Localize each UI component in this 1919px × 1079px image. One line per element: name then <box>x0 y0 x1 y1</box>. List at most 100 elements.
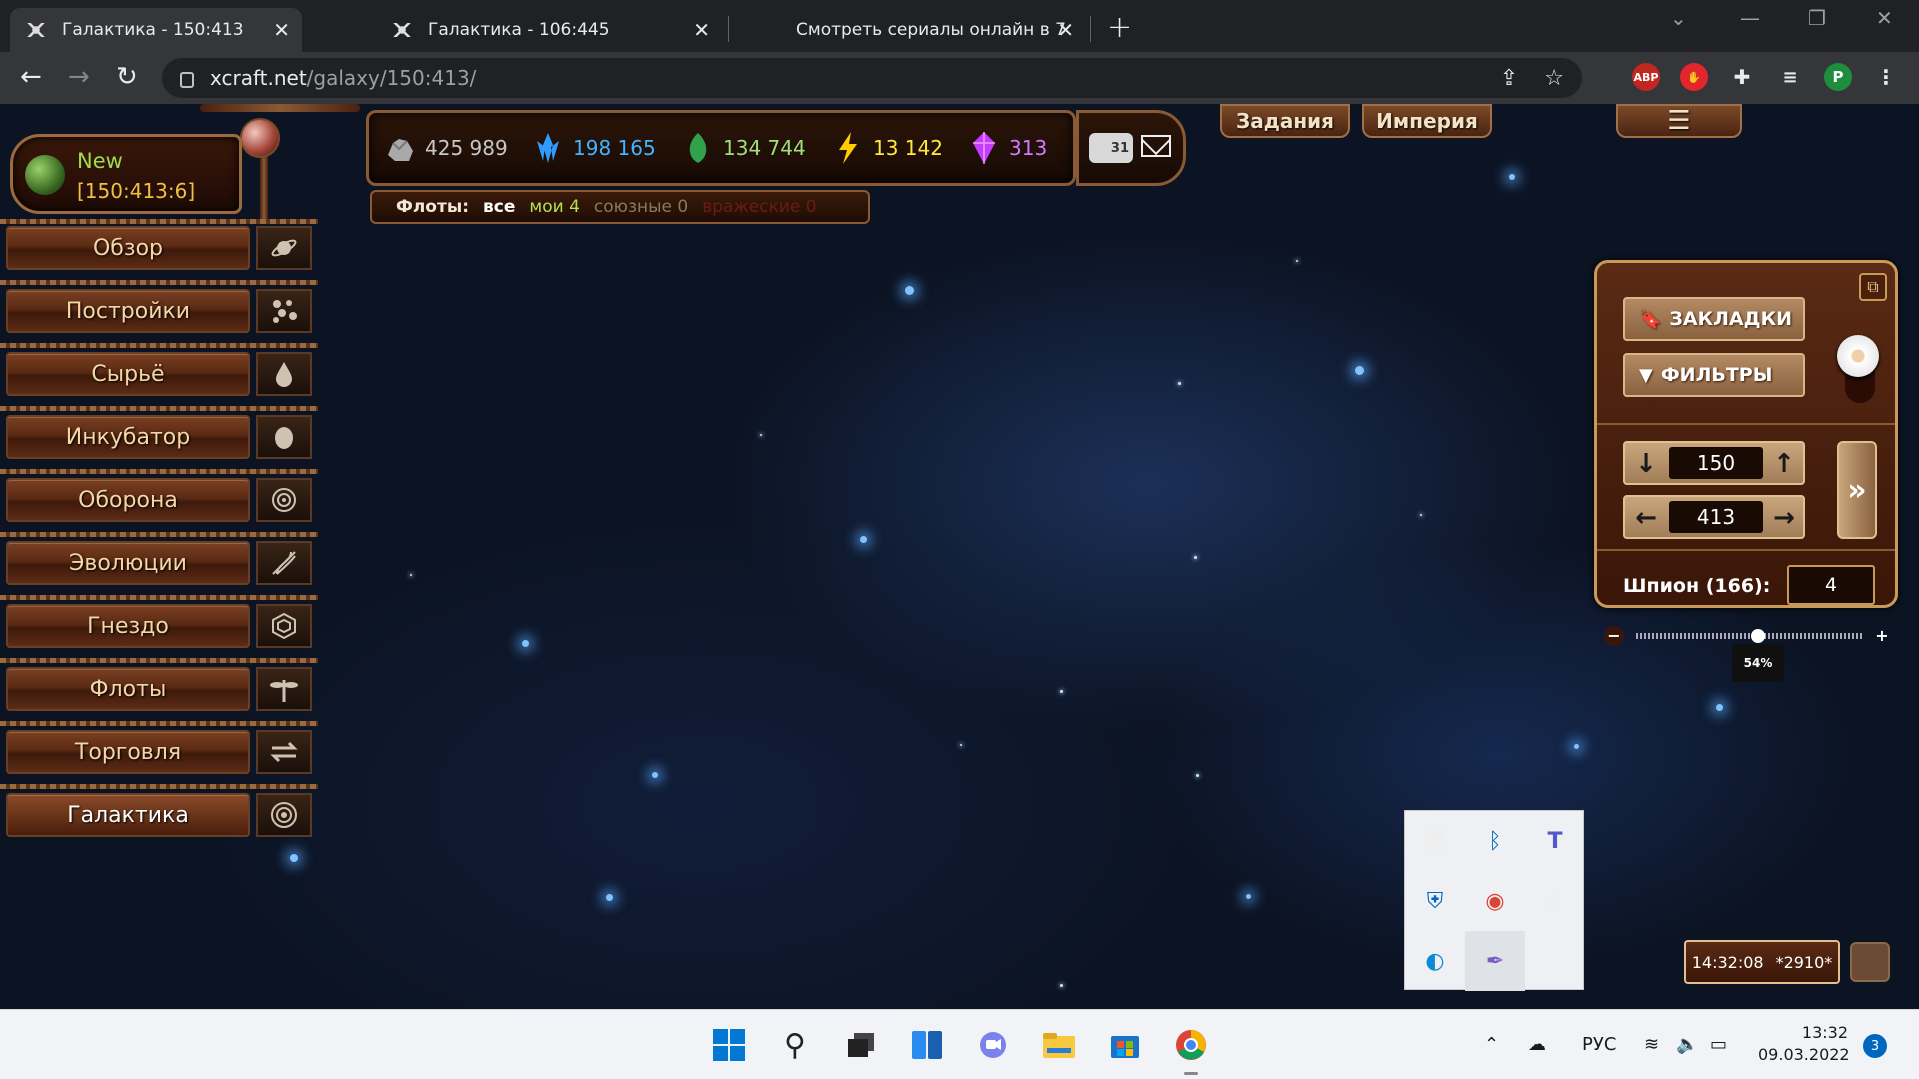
chevron-up-icon[interactable]: ⌃ <box>1484 1034 1499 1055</box>
galaxy-input[interactable]: 150 <box>1669 447 1763 479</box>
menu-label[interactable]: Оборона <box>6 478 250 522</box>
resource-metal[interactable]: 425 989 <box>385 131 508 165</box>
galaxy-space-view[interactable]: New [150:413:6] Обзор Постройки Сырьё Ин… <box>0 104 1919 1009</box>
menu-label[interactable]: Торговля <box>6 730 250 774</box>
share-icon[interactable]: ⇪ <box>1500 66 1518 91</box>
tab-search-icon[interactable]: ⌄ <box>1670 6 1687 30</box>
onedrive-cloud-icon[interactable]: ☁ <box>1528 1034 1546 1055</box>
address-bar[interactable]: xcraft.net/galaxy/150:413/ ⇪ ☆ <box>162 58 1582 98</box>
display-icon[interactable]: 🖥 <box>1405 811 1465 871</box>
hamburger-menu-icon[interactable]: ☰ <box>1616 104 1742 138</box>
usb-device-icon[interactable]: ▯ <box>1525 871 1585 931</box>
egg-icon[interactable] <box>256 415 312 459</box>
file-explorer-icon[interactable] <box>1040 1026 1078 1064</box>
resource-energy[interactable]: 13 142 <box>833 131 943 165</box>
fleets-filter-all[interactable]: все <box>483 197 515 217</box>
volume-icon[interactable]: 🔈 <box>1676 1034 1698 1055</box>
menu-item-incubator[interactable]: Инкубатор <box>0 406 318 463</box>
extensions-puzzle-icon[interactable]: ✚ <box>1728 63 1756 91</box>
planet-icon[interactable] <box>256 226 312 270</box>
tab-galaxy-106-445[interactable]: Галактика - 106:445 ✕ <box>376 8 722 52</box>
fleets-filter-allied[interactable]: союзные 0 <box>594 197 688 217</box>
fleets-filter-enemy[interactable]: вражеские 0 <box>702 197 816 217</box>
shell-icon[interactable] <box>256 478 312 522</box>
search-icon[interactable]: ⚲ <box>776 1026 814 1064</box>
nav-tasks-button[interactable]: Задания <box>1220 104 1350 138</box>
system-next-arrow-icon[interactable]: → <box>1769 503 1799 533</box>
menu-label[interactable]: Флоты <box>6 667 250 711</box>
menu-label[interactable]: Постройки <box>6 289 250 333</box>
current-planet-selector[interactable]: New [150:413:6] <box>10 134 242 214</box>
zoom-track[interactable] <box>1636 633 1862 639</box>
resource-credits[interactable]: 313 <box>969 131 1047 165</box>
menu-label[interactable]: Сырьё <box>6 352 250 396</box>
restore-panel-icon[interactable]: ⧉ <box>1859 273 1887 301</box>
teams-chat-icon[interactable] <box>974 1026 1012 1064</box>
adblock-hand-icon[interactable]: ✋ <box>1680 63 1708 91</box>
menu-item-overview[interactable]: Обзор <box>0 219 318 274</box>
close-icon[interactable]: ✕ <box>273 18 290 42</box>
chat-toggle-button[interactable] <box>1850 942 1890 982</box>
galaxy-up-arrow-icon[interactable]: ↑ <box>1769 449 1799 479</box>
back-icon[interactable]: ← <box>20 64 42 90</box>
edge-icon[interactable]: ◐ <box>1405 931 1465 991</box>
fleets-filter-mine[interactable]: мои 4 <box>529 197 580 217</box>
zoom-in-button[interactable]: + <box>1872 626 1892 646</box>
notification-badge[interactable]: 3 <box>1863 1034 1887 1058</box>
menu-item-defense[interactable]: Оборона <box>0 469 318 526</box>
nav-empire-button[interactable]: Империя <box>1362 104 1492 138</box>
resource-crystal[interactable]: 198 165 <box>533 131 656 165</box>
chrome-menu-icon[interactable]: ⋮ <box>1872 63 1900 91</box>
chat-icon[interactable]: 31 <box>1089 133 1133 163</box>
zoom-out-button[interactable]: − <box>1604 626 1624 646</box>
microsoft-store-icon[interactable] <box>1106 1026 1144 1064</box>
menu-item-nest[interactable]: Гнездо <box>0 595 318 652</box>
wifi-icon[interactable]: ≋ <box>1644 1034 1659 1055</box>
resource-deuterium[interactable]: 134 744 <box>683 131 806 165</box>
reload-icon[interactable]: ↻ <box>116 64 138 90</box>
close-icon[interactable]: ✕ <box>1057 18 1074 42</box>
profile-avatar[interactable]: P <box>1824 63 1852 91</box>
chrome-icon[interactable]: ◉ <box>1465 871 1525 931</box>
filters-button[interactable]: ▼ ФИЛЬТРЫ <box>1623 353 1805 397</box>
dragonfly-icon[interactable] <box>256 667 312 711</box>
tab-galaxy-150-413[interactable]: Галактика - 150:413 ✕ <box>10 8 302 52</box>
menu-label[interactable]: Галактика <box>6 793 250 837</box>
pen-icon[interactable]: ✒ <box>1465 931 1525 991</box>
spy-probes-input[interactable]: 4 <box>1787 565 1875 605</box>
menu-item-buildings[interactable]: Постройки <box>0 280 318 337</box>
menu-item-fleets[interactable]: Флоты <box>0 658 318 715</box>
menu-item-resources[interactable]: Сырьё <box>0 343 318 400</box>
go-fast-forward-button[interactable]: » <box>1837 441 1877 539</box>
security-shield-icon[interactable]: ⛨ <box>1405 871 1465 931</box>
buildings-icon[interactable] <box>256 289 312 333</box>
menu-label[interactable]: Обзор <box>6 226 250 270</box>
web-icon[interactable] <box>256 604 312 648</box>
battery-icon[interactable]: ▭ <box>1710 1034 1727 1055</box>
menu-item-trade[interactable]: Торговля <box>0 721 318 778</box>
bluetooth-icon[interactable]: ᛒ <box>1465 811 1525 871</box>
resources-icon[interactable] <box>256 352 312 396</box>
bookmarks-button[interactable]: 🔖 ЗАКЛАДКИ <box>1623 297 1805 341</box>
trade-arrows-icon[interactable] <box>256 730 312 774</box>
teams-icon[interactable]: T <box>1525 811 1585 871</box>
system-clock[interactable]: 13:32 09.03.2022 <box>1758 1022 1850 1066</box>
mail-icon[interactable] <box>1141 135 1171 157</box>
menu-label[interactable]: Гнездо <box>6 604 250 648</box>
minimize-icon[interactable]: — <box>1740 6 1760 30</box>
menu-item-galaxy[interactable]: Галактика <box>0 784 318 841</box>
adblock-plus-icon[interactable]: ABP <box>1632 63 1660 91</box>
new-tab-button[interactable]: + <box>1107 10 1132 45</box>
system-prev-arrow-icon[interactable]: ← <box>1631 503 1661 533</box>
view-toggle-knob[interactable] <box>1837 335 1879 377</box>
tab-serials[interactable]: Смотреть сериалы онлайн в 72( ✕ <box>740 8 1086 52</box>
task-view-icon[interactable] <box>842 1026 880 1064</box>
menu-item-evolutions[interactable]: Эволюции <box>0 532 318 589</box>
system-input[interactable]: 413 <box>1669 501 1763 533</box>
menu-label[interactable]: Инкубатор <box>6 415 250 459</box>
galaxy-down-arrow-icon[interactable]: ↓ <box>1631 449 1661 479</box>
menu-label[interactable]: Эволюции <box>6 541 250 585</box>
galaxy-icon[interactable] <box>256 793 312 837</box>
close-icon[interactable]: ✕ <box>693 18 710 42</box>
close-window-icon[interactable]: ✕ <box>1876 6 1893 30</box>
